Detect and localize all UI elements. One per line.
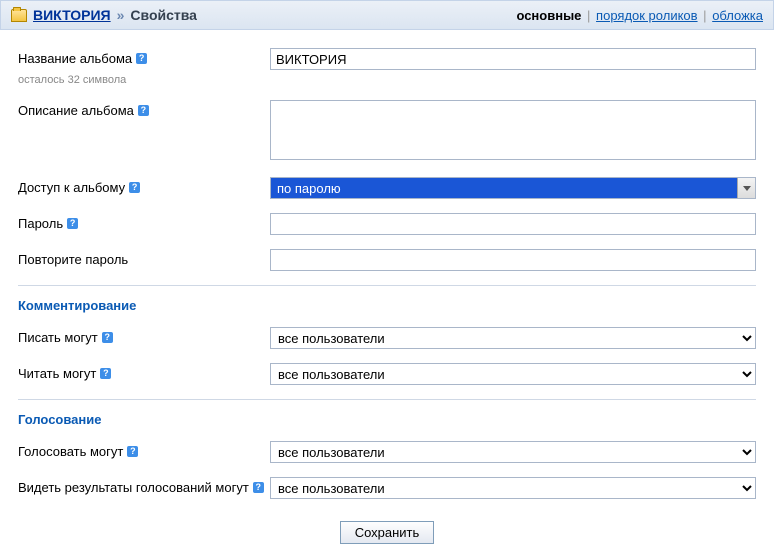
help-icon[interactable]: ? [138,105,149,116]
save-button[interactable]: Сохранить [340,521,435,544]
label-results: Видеть результаты голосований могут [18,480,249,495]
label-access: Доступ к альбому [18,180,125,195]
label-password: Пароль [18,216,63,231]
help-icon[interactable]: ? [129,182,140,193]
album-name-input[interactable] [270,48,756,70]
tab-order[interactable]: порядок роликов [596,8,698,23]
read-select[interactable]: все пользователи [270,363,756,385]
password-repeat-input[interactable] [270,249,756,271]
tabs: основные | порядок роликов | обложка [516,8,763,23]
access-select[interactable]: по паролю [270,177,756,199]
page-title: Свойства [130,7,197,23]
album-title-link[interactable]: ВИКТОРИЯ [33,7,111,23]
tab-cover[interactable]: обложка [712,8,763,23]
password-input[interactable] [270,213,756,235]
header-bar: ВИКТОРИЯ » Свойства основные | порядок р… [0,0,774,30]
label-album-desc: Описание альбома [18,103,134,118]
help-icon[interactable]: ? [253,482,264,493]
write-select[interactable]: все пользователи [270,327,756,349]
label-read: Читать могут [18,366,96,381]
help-icon[interactable]: ? [127,446,138,457]
chars-left-hint: осталось 32 символа [18,74,756,86]
help-icon[interactable]: ? [67,218,78,229]
breadcrumb: ВИКТОРИЯ » Свойства [11,7,197,23]
section-voting: Голосование [18,399,756,427]
folder-icon [11,9,27,22]
help-icon[interactable]: ? [100,368,111,379]
help-icon[interactable]: ? [136,53,147,64]
label-album-name: Название альбома [18,51,132,66]
label-password-repeat: Повторите пароль [18,252,128,267]
section-commenting: Комментирование [18,285,756,313]
results-select[interactable]: все пользователи [270,477,756,499]
album-desc-input[interactable] [270,100,756,160]
label-write: Писать могут [18,330,98,345]
breadcrumb-separator: » [117,7,125,23]
help-icon[interactable]: ? [102,332,113,343]
access-select-value: по паролю [271,178,737,198]
tab-main: основные [516,8,581,23]
chevron-down-icon [737,178,755,198]
label-vote: Голосовать могут [18,444,123,459]
vote-select[interactable]: все пользователи [270,441,756,463]
